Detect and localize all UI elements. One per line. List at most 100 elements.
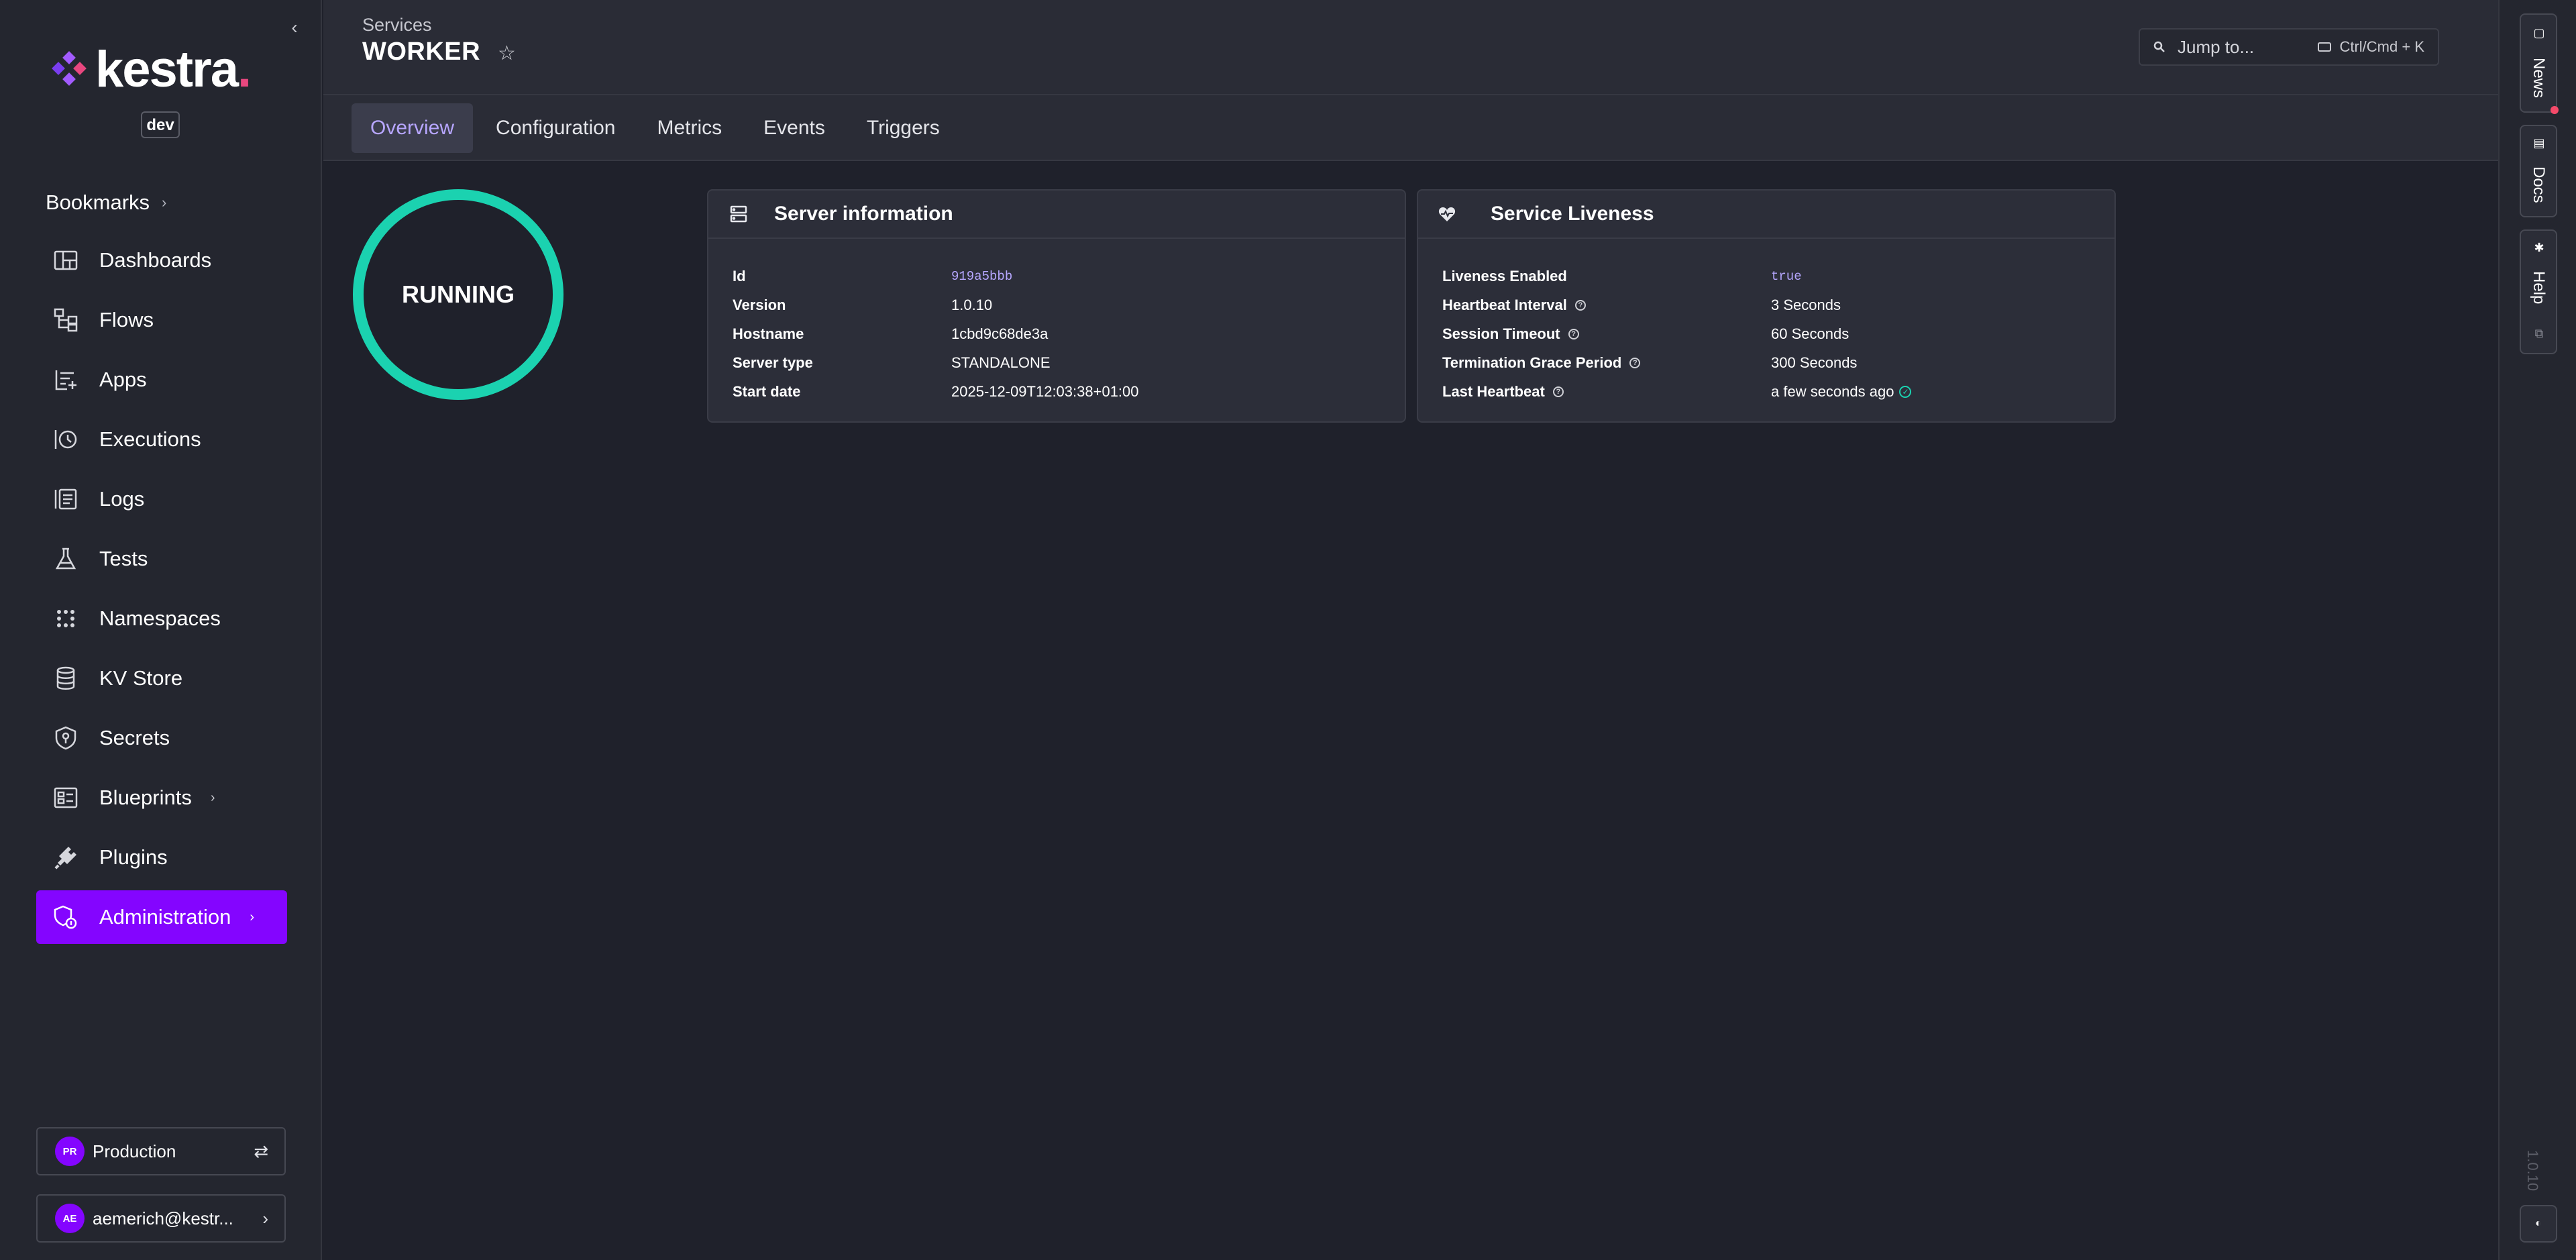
- news-icon: ▢: [2533, 26, 2545, 40]
- sidebar-item-executions[interactable]: Executions: [36, 413, 287, 466]
- breadcrumb[interactable]: Services: [362, 15, 432, 36]
- sidebar-item-label: Dashboards: [99, 248, 212, 272]
- liveness-value: 60 Seconds: [1771, 325, 1849, 342]
- liveness-key-label: Last Heartbeat: [1442, 382, 1545, 400]
- tab-events[interactable]: Events: [745, 103, 844, 153]
- search-placeholder: Jump to...: [2178, 36, 2255, 57]
- sidebar-item-label: Blueprints: [99, 786, 192, 809]
- blueprint-icon: [52, 784, 79, 811]
- service-liveness-card: Service Liveness Liveness Enabled true H…: [1417, 189, 2116, 423]
- avatar: AE: [55, 1204, 85, 1233]
- news-button[interactable]: ▢ News: [2520, 13, 2557, 113]
- sidebar-item-administration[interactable]: Administration ›: [36, 890, 287, 944]
- sidebar-item-label: Logs: [99, 487, 145, 511]
- liveness-key: Last Heartbeat?: [1442, 383, 1771, 401]
- help-icon[interactable]: ?: [1552, 386, 1564, 397]
- sidebar-item-blueprints[interactable]: Blueprints ›: [36, 771, 287, 825]
- info-key: Hostname: [733, 325, 804, 342]
- status-label: RUNNING: [402, 280, 515, 308]
- check-circle-icon: ✓: [1899, 385, 1912, 398]
- chevron-right-icon: ›: [210, 790, 215, 805]
- liveness-value-text: a few seconds ago: [1771, 382, 1894, 400]
- dashboard-icon: [52, 247, 79, 274]
- user-menu[interactable]: AE aemerich@kestr... ›: [36, 1194, 286, 1243]
- heart-pulse-icon: [1437, 204, 1457, 224]
- theme-toggle-button[interactable]: ◐: [2520, 1205, 2557, 1243]
- liveness-value: 300 Seconds: [1771, 354, 1858, 371]
- logs-icon: [52, 486, 79, 513]
- tab-triggers[interactable]: Triggers: [848, 103, 959, 153]
- help-icon[interactable]: ?: [1574, 299, 1586, 311]
- docs-button[interactable]: ▤ Docs: [2520, 125, 2557, 217]
- info-row-server-type: Server type STANDALONE: [733, 348, 1139, 377]
- card-title: Service Liveness: [1491, 203, 1654, 225]
- sidebar-item-label: Plugins: [99, 845, 168, 869]
- news-label: News: [2530, 58, 2548, 99]
- tab-overview[interactable]: Overview: [352, 103, 474, 153]
- tenant-switcher[interactable]: PR Production ⇄: [36, 1127, 286, 1175]
- slack-icon: ✱: [2534, 241, 2544, 254]
- sidebar-item-kv-store[interactable]: KV Store: [36, 651, 287, 705]
- sidebar-item-logs[interactable]: Logs: [36, 472, 287, 526]
- grid-dots-icon: [52, 605, 79, 632]
- card-header: Server information: [708, 191, 1405, 239]
- tab-metrics[interactable]: Metrics: [638, 103, 741, 153]
- info-key: Start date: [733, 382, 801, 400]
- sidebar-item-tests[interactable]: Tests: [36, 532, 287, 586]
- help-icon[interactable]: ?: [1568, 328, 1579, 339]
- star-icon[interactable]: ☆: [498, 42, 516, 65]
- info-value: 919a5bbb: [951, 268, 1013, 284]
- environment-badge: dev: [141, 111, 180, 138]
- help-button[interactable]: ✱ Help ⧉: [2520, 229, 2557, 354]
- liveness-row-enabled: Liveness Enabled true: [1442, 262, 1911, 291]
- sidebar-item-flows[interactable]: Flows: [36, 293, 287, 347]
- info-row-id: Id 919a5bbb: [733, 262, 1139, 291]
- sidebar-item-plugins[interactable]: Plugins: [36, 831, 287, 884]
- shield-admin-icon: [52, 904, 79, 931]
- liveness-row-heartbeat-interval: Heartbeat Interval? 3 Seconds: [1442, 291, 1911, 319]
- switch-arrows-icon: ⇄: [254, 1141, 268, 1161]
- server-icon: [729, 204, 749, 224]
- docs-label: Docs: [2530, 166, 2548, 203]
- sidebar-item-dashboards[interactable]: Dashboards: [36, 233, 287, 287]
- sidebar-item-apps[interactable]: Apps: [36, 353, 287, 407]
- sidebar-item-label: Apps: [99, 368, 147, 391]
- history-icon: [52, 426, 79, 453]
- info-value: 1.0.10: [951, 296, 993, 313]
- info-value: 1cbd9c68de3a: [951, 325, 1049, 342]
- right-rail: ▢ News ▤ Docs ✱ Help ⧉ ◐: [2498, 0, 2576, 1260]
- liveness-row-termination-grace-period: Termination Grace Period? 300 Seconds: [1442, 348, 1911, 377]
- shortcut-text: Ctrl/Cmd + K: [2339, 38, 2424, 55]
- plug-icon: [52, 844, 79, 871]
- info-key: Version: [733, 296, 786, 313]
- card-header: Service Liveness: [1418, 191, 2114, 239]
- collapse-sidebar-icon[interactable]: ‹: [284, 17, 305, 38]
- search-input[interactable]: Jump to... Ctrl/Cmd + K: [2139, 28, 2439, 66]
- database-icon: [52, 665, 79, 692]
- sidebar-item-label: Tests: [99, 547, 148, 570]
- tenant-name: Production: [93, 1141, 176, 1161]
- search-icon: [2153, 41, 2165, 52]
- liveness-key: Heartbeat Interval?: [1442, 297, 1771, 314]
- tab-configuration[interactable]: Configuration: [477, 103, 634, 153]
- external-link-icon: ⧉: [2534, 327, 2544, 340]
- tenant-avatar: PR: [55, 1137, 85, 1166]
- help-icon[interactable]: ?: [1629, 357, 1641, 368]
- chevron-right-icon: ›: [250, 909, 255, 925]
- liveness-value: 3 Seconds: [1771, 296, 1841, 313]
- sidebar-item-namespaces[interactable]: Namespaces: [36, 592, 287, 645]
- logo[interactable]: kestra.: [50, 44, 252, 95]
- flask-icon: [52, 545, 79, 572]
- notification-dot: [2551, 106, 2559, 114]
- sidebar: ‹ kestra. dev Bookmarks › Dashboards Flo…: [0, 0, 322, 1260]
- apps-icon: [52, 366, 79, 393]
- liveness-value: true: [1771, 268, 1802, 284]
- sidebar-item-label: Namespaces: [99, 607, 221, 630]
- keyboard-shortcut: Ctrl/Cmd + K: [2318, 38, 2424, 56]
- liveness-row-last-heartbeat: Last Heartbeat? a few seconds ago ✓: [1442, 377, 1912, 406]
- chevron-right-icon: ›: [162, 194, 167, 211]
- user-name: aemerich@kestr...: [93, 1208, 233, 1228]
- bookmarks-toggle[interactable]: Bookmarks ›: [46, 191, 166, 215]
- sidebar-item-secrets[interactable]: Secrets: [36, 711, 287, 765]
- liveness-value: a few seconds ago ✓: [1771, 382, 1912, 401]
